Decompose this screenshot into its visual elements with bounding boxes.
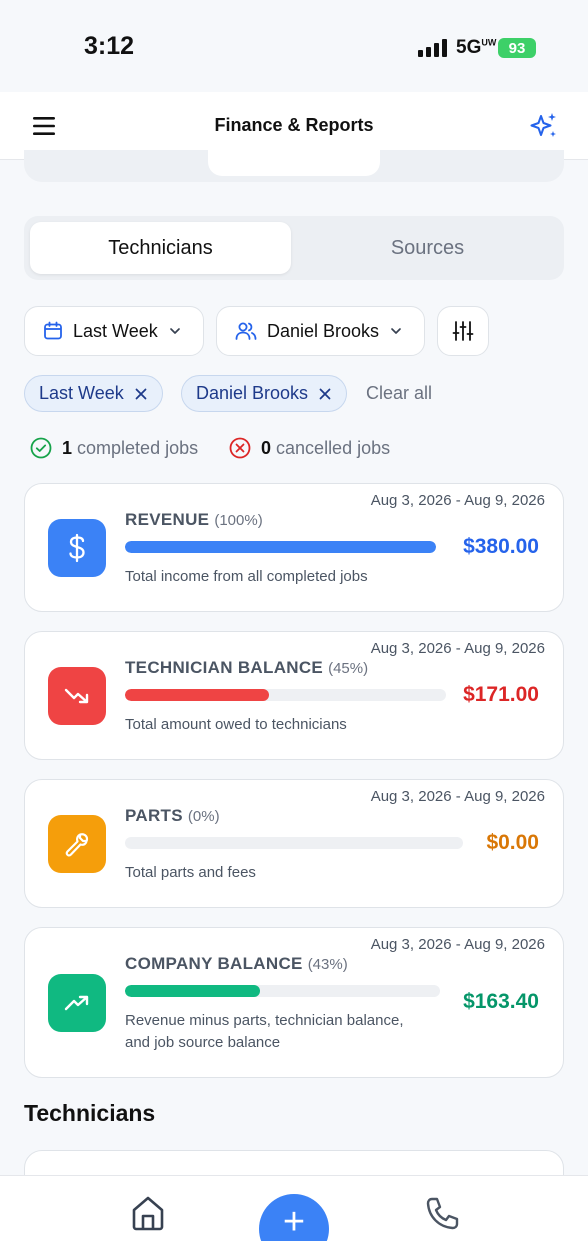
page-title: Finance & Reports <box>214 115 374 135</box>
network-label: 5GUW <box>456 37 497 58</box>
card-description: Total income from all completed jobs <box>125 568 368 585</box>
trending-up-icon <box>48 974 106 1032</box>
chip-technician-label: Daniel Brooks <box>196 383 309 403</box>
cancelled-jobs-stat: 0 cancelled jobs <box>229 437 390 459</box>
technician-filter-label: Daniel Brooks <box>267 320 380 341</box>
chip-technician: Daniel Brooks <box>181 375 348 412</box>
top-tab-active[interactable] <box>208 150 380 176</box>
wrench-icon <box>48 815 106 873</box>
chip-date-label: Last Week <box>39 383 124 403</box>
calendar-icon <box>44 321 62 340</box>
sparkle-icon[interactable] <box>528 110 560 142</box>
progress-fill <box>125 689 270 701</box>
completed-count: 1 <box>62 437 73 458</box>
date-filter-dropdown[interactable]: Last Week <box>24 306 204 356</box>
x-circle-icon <box>229 437 251 459</box>
status-bar: 3:12 5GUW 93 <box>0 0 588 92</box>
card-title: TECHNICIAN BALANCE (45%) <box>125 658 369 677</box>
progress-bar <box>125 689 446 701</box>
users-icon <box>235 322 257 340</box>
cancelled-label: cancelled jobs <box>276 437 391 458</box>
company-balance-card[interactable]: Aug 3, 2026 - Aug 9, 2026 COMPANY BALANC… <box>24 927 564 1078</box>
clear-all-button[interactable]: Clear all <box>366 383 432 404</box>
card-title: COMPANY BALANCE (43%) <box>125 954 348 973</box>
completed-label: completed jobs <box>77 437 199 458</box>
phone-icon[interactable] <box>424 1196 460 1232</box>
card-amount: $0.00 <box>486 831 539 854</box>
sliders-icon <box>452 321 474 341</box>
trending-down-icon <box>48 667 106 725</box>
parts-card[interactable]: Aug 3, 2026 - Aug 9, 2026 PARTS (0%) Tot… <box>24 779 564 908</box>
card-amount: $380.00 <box>463 535 539 558</box>
chevron-down-icon <box>391 328 401 334</box>
cancelled-count: 0 <box>261 437 272 458</box>
card-date-range: Aug 3, 2026 - Aug 9, 2026 <box>370 492 545 509</box>
card-amount: $171.00 <box>463 683 539 706</box>
battery-icon: 93 <box>498 38 536 58</box>
card-description: Total amount owed to technicians <box>125 716 347 733</box>
card-description: Total parts and fees <box>125 864 256 881</box>
progress-fill <box>125 541 436 553</box>
tab-sources[interactable]: Sources <box>297 222 558 274</box>
date-filter-label: Last Week <box>73 320 158 341</box>
progress-bar <box>125 541 436 553</box>
check-circle-icon <box>30 437 52 459</box>
card-date-range: Aug 3, 2026 - Aug 9, 2026 <box>370 640 545 657</box>
section-title: Technicians <box>24 1100 156 1126</box>
segment-control: Technicians Sources <box>24 216 564 280</box>
card-date-range: Aug 3, 2026 - Aug 9, 2026 <box>370 936 545 953</box>
card-amount: $163.40 <box>463 990 539 1013</box>
card-description: Revenue minus parts, technician balance,… <box>125 1012 404 1051</box>
progress-fill <box>125 985 261 997</box>
card-date-range: Aug 3, 2026 - Aug 9, 2026 <box>370 788 545 805</box>
close-icon[interactable] <box>318 387 332 401</box>
status-time: 3:12 <box>84 32 135 60</box>
progress-bar <box>125 985 440 997</box>
card-title: PARTS (0%) <box>125 806 220 825</box>
progress-bar <box>125 837 463 849</box>
technician-filter-dropdown[interactable]: Daniel Brooks <box>216 306 425 356</box>
filter-settings-button[interactable] <box>437 306 489 356</box>
dollar-icon <box>48 519 106 577</box>
home-icon[interactable] <box>129 1194 167 1232</box>
signal-icon <box>418 39 447 57</box>
tab-technicians[interactable]: Technicians <box>30 222 291 274</box>
chip-date: Last Week <box>24 375 163 412</box>
chevron-down-icon <box>169 328 180 334</box>
bottom-nav: + <box>0 1175 588 1241</box>
completed-jobs-stat: 1 completed jobs <box>30 437 198 459</box>
add-button[interactable]: + <box>259 1194 329 1241</box>
plus-icon: + <box>282 1201 306 1241</box>
revenue-card[interactable]: Aug 3, 2026 - Aug 9, 2026 REVENUE (100%)… <box>24 483 564 612</box>
technician-balance-card[interactable]: Aug 3, 2026 - Aug 9, 2026 TECHNICIAN BAL… <box>24 631 564 760</box>
close-icon[interactable] <box>134 387 148 401</box>
card-title: REVENUE (100%) <box>125 510 263 529</box>
top-tab-bar <box>24 150 564 182</box>
